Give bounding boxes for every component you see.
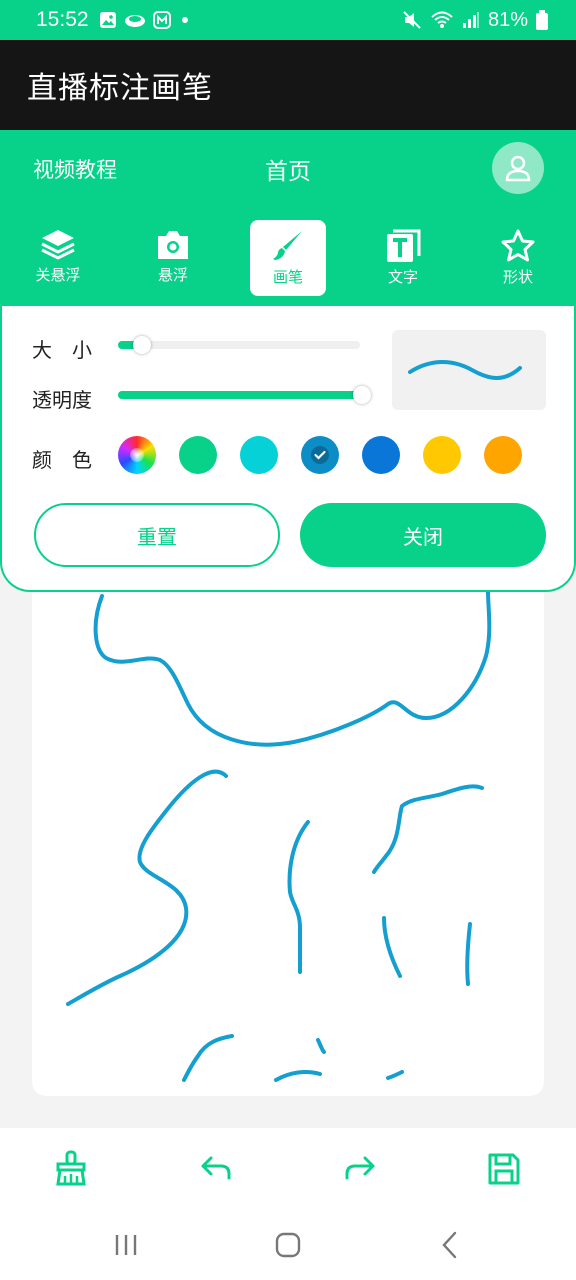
close-button[interactable]: 关闭 <box>300 503 546 567</box>
page-title: 首页 <box>265 159 311 185</box>
app-icon <box>152 11 171 29</box>
tool-close-float[interactable]: 关悬浮 <box>20 220 96 296</box>
drawing-canvas[interactable] <box>32 592 544 1096</box>
color-swatch-orange[interactable] <box>484 436 522 474</box>
stroke-preview-line <box>408 360 522 380</box>
undo-icon <box>201 1156 231 1180</box>
status-right: 81% <box>402 9 548 32</box>
clear-button[interactable] <box>48 1146 94 1192</box>
opacity-slider-fill <box>118 391 362 399</box>
status-bar: 15:52 81% <box>0 0 576 40</box>
app-title: 直播标注画笔 <box>27 71 213 106</box>
stroke-preview <box>392 330 546 410</box>
tool-label: 形状 <box>502 268 533 286</box>
tool-shape[interactable]: 形状 <box>480 220 556 296</box>
color-swatch-yellow[interactable] <box>423 436 461 474</box>
opacity-slider-thumb[interactable] <box>353 386 371 404</box>
mute-icon <box>403 11 421 29</box>
signal-icon <box>462 12 479 28</box>
reset-button[interactable]: 重置 <box>34 503 280 567</box>
star-icon <box>501 229 535 262</box>
cloud-icon <box>124 15 145 27</box>
undo-button[interactable] <box>193 1146 239 1192</box>
size-slider[interactable] <box>118 336 360 354</box>
user-icon <box>505 155 531 182</box>
color-swatch-green[interactable] <box>179 436 217 474</box>
tool-brush[interactable]: 画笔 <box>250 220 326 296</box>
tool-label: 悬浮 <box>157 266 188 284</box>
recent-apps-icon <box>115 1235 137 1255</box>
battery-percent: 81% <box>487 8 528 31</box>
tool-label: 画笔 <box>272 268 303 286</box>
back-button[interactable] <box>430 1228 470 1262</box>
color-label: 颜 色 <box>32 448 92 472</box>
battery-icon <box>536 10 548 30</box>
home-button[interactable] <box>268 1228 308 1262</box>
camera-icon <box>158 231 188 259</box>
tool-label: 文字 <box>387 268 418 286</box>
wifi-icon <box>431 11 453 28</box>
opacity-label: 透明度 <box>32 388 92 412</box>
save-icon <box>488 1153 520 1185</box>
tool-label: 关悬浮 <box>35 266 81 284</box>
bottom-toolbar <box>0 1128 576 1210</box>
redo-icon <box>345 1156 375 1180</box>
color-swatch-rainbow[interactable] <box>118 436 156 474</box>
back-icon <box>442 1231 457 1259</box>
app-title-bar: 直播标注画笔 <box>0 40 576 130</box>
avatar[interactable] <box>492 142 544 194</box>
opacity-slider[interactable] <box>118 386 371 404</box>
size-slider-thumb[interactable] <box>133 336 151 354</box>
size-label: 大 小 <box>32 338 92 362</box>
text-icon <box>387 229 421 262</box>
recent-apps-button[interactable] <box>106 1228 146 1262</box>
dot-icon <box>181 17 188 23</box>
gallery-icon <box>99 12 116 28</box>
clear-brush-icon <box>56 1150 86 1186</box>
brush-icon <box>273 231 302 260</box>
color-swatch-dark-blue[interactable] <box>362 436 400 474</box>
redo-button[interactable] <box>337 1146 383 1192</box>
canvas-strokes <box>66 592 492 1082</box>
status-left-icons <box>99 11 192 29</box>
color-swatch-blue-selected[interactable] <box>301 436 339 474</box>
color-swatch-cyan[interactable] <box>240 436 278 474</box>
layers-icon <box>41 230 75 260</box>
check-icon <box>311 446 329 464</box>
tool-text[interactable]: 文字 <box>365 220 441 296</box>
system-navigation-bar <box>0 1210 576 1280</box>
home-icon <box>275 1232 301 1258</box>
status-time: 15:52 <box>36 8 89 31</box>
save-button[interactable] <box>481 1146 527 1192</box>
tool-float[interactable]: 悬浮 <box>135 220 211 296</box>
brush-settings-panel: 大 小 透明度 颜 色 重置 关闭 <box>0 306 576 592</box>
header: 视频教程 首页 关悬浮 悬浮 画笔 文字 形状 <box>0 130 576 320</box>
